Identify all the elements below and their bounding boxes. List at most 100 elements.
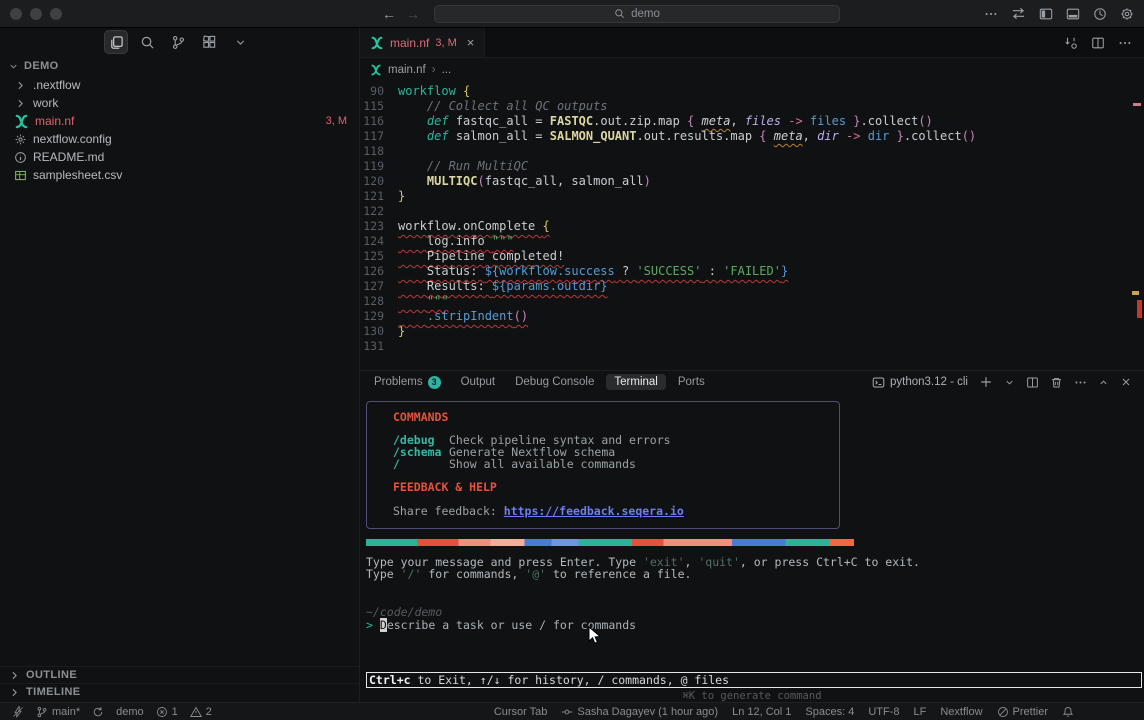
line-content: // Run MultiQC [398,159,528,174]
section-outline[interactable]: OUTLINE [0,666,359,683]
code-line[interactable]: 125 Pipeline completed! [360,249,1144,264]
line-number: 118 [360,144,398,159]
terminal-commands-box: COMMANDS /debugCheck pipeline syntax and… [366,401,840,529]
feedback-heading: FEEDBACK & HELP [393,482,829,494]
status-label: Ln 12, Col 1 [732,706,791,718]
minimize-window-button[interactable] [30,8,42,20]
more-icon[interactable] [1118,36,1132,50]
code-line[interactable]: 128 """ [360,294,1144,309]
code-line[interactable]: 130} [360,324,1144,339]
chevron-down-icon[interactable] [1004,377,1015,388]
code-line[interactable]: 118 [360,144,1144,159]
source-control-icon[interactable] [166,30,190,54]
code-line[interactable]: 119 // Run MultiQC [360,159,1144,174]
code-line[interactable]: 115 // Collect all QC outputs [360,99,1144,114]
close-window-button[interactable] [10,8,22,20]
chevron-down-icon[interactable] [228,30,252,54]
status-item-nextflow[interactable]: Nextflow [940,706,982,718]
more-icon[interactable] [1074,376,1087,389]
sync-icon [92,706,104,718]
more-icon[interactable] [984,7,998,21]
code-line[interactable]: 121} [360,189,1144,204]
status-item-main-[interactable]: main* [36,706,80,718]
git-badge: 3, M [326,115,347,127]
section-timeline[interactable]: TIMELINE [0,683,359,700]
panel-tab-terminal[interactable]: Terminal [606,374,665,390]
code-line[interactable]: 126 Status: ${workflow.success ? 'SUCCES… [360,264,1144,279]
breadcrumb[interactable]: main.nf › ... [360,58,1144,82]
panel-left-icon[interactable] [1039,7,1053,21]
status-item-spaces-4[interactable]: Spaces: 4 [805,706,854,718]
explorer-section-header[interactable]: DEMO [8,60,59,72]
feedback-link[interactable]: https://feedback.seqera.io [504,504,684,518]
status-item-sasha-dagayev-1-hour-ago-[interactable]: Sasha Dagayev (1 hour ago) [561,706,718,718]
status-item[interactable] [12,706,24,718]
terminal-footer-bar: Ctrl+c to Exit, ↑/↓ for history, / comma… [366,672,1142,688]
code-line[interactable]: 120 MULTIQC(fastqc_all, salmon_all) [360,174,1144,189]
panel-tab-problems[interactable]: Problems3 [366,374,449,391]
panel-tab-debug-console[interactable]: Debug Console [507,374,602,390]
status-item-demo[interactable]: demo [116,706,144,718]
status-item[interactable] [1062,706,1074,718]
status-label: 1 [172,706,178,718]
code-line[interactable]: 124 log.info """ [360,234,1144,249]
tab-main-nf[interactable]: main.nf 3, M × [360,28,485,57]
window-controls[interactable] [10,8,62,20]
close-tab-icon[interactable]: × [467,35,475,50]
tree-item-work[interactable]: work [0,94,359,112]
breadcrumb-file[interactable]: main.nf [388,64,426,76]
split-terminal-icon[interactable] [1026,376,1039,389]
line-number: 121 [360,189,398,204]
settings-gear-icon[interactable] [1120,7,1134,21]
code-line[interactable]: 127 Results: ${params.outdir} [360,279,1144,294]
trash-icon[interactable] [1050,376,1063,389]
status-item-prettier[interactable]: Prettier [997,706,1048,718]
ai-icon[interactable] [1093,7,1107,21]
status-item[interactable] [92,706,104,718]
status-item-lf[interactable]: LF [914,706,927,718]
zoom-window-button[interactable] [50,8,62,20]
swap-arrows-icon[interactable] [1011,6,1026,21]
status-item-utf-8[interactable]: UTF-8 [868,706,899,718]
status-item-ln-12-col-1[interactable]: Ln 12, Col 1 [732,706,791,718]
code-line[interactable]: 90workflow { [360,84,1144,99]
command-center-search[interactable]: demo [434,5,840,23]
code-line[interactable]: 117 def salmon_all = SALMON_QUANT.out.re… [360,129,1144,144]
info-icon [14,151,27,164]
code-line[interactable]: 129 .stripIndent() [360,309,1144,324]
new-terminal-icon[interactable] [979,375,993,389]
code-line[interactable]: 131 [360,339,1144,354]
status-label: main* [52,706,80,718]
extensions-icon[interactable] [197,30,221,54]
explorer-icon[interactable] [104,30,128,54]
breadcrumb-symbol[interactable]: ... [442,64,452,76]
back-icon[interactable]: ← [382,6,396,22]
status-label: Spaces: 4 [805,706,854,718]
status-item-1[interactable]: 1 [156,706,178,718]
code-line[interactable]: 123workflow.onComplete { [360,219,1144,234]
panel-tab-output[interactable]: Output [453,374,504,390]
terminal-instance[interactable]: python3.12 - cli [872,376,968,389]
code-area[interactable]: 90workflow {115 // Collect all QC output… [360,84,1144,354]
close-panel-icon[interactable] [1120,376,1132,388]
chevron-up-icon[interactable] [1098,377,1109,388]
tree-item-nextflow-config[interactable]: nextflow.config [0,130,359,148]
panel-tab-ports[interactable]: Ports [670,374,713,390]
table-icon [14,169,27,182]
split-editor-icon[interactable] [1091,36,1105,50]
tree-item--nextflow[interactable]: .nextflow [0,76,359,94]
code-line[interactable]: 122 [360,204,1144,219]
tree-item-samplesheet-csv[interactable]: samplesheet.csv [0,166,359,184]
status-item-2[interactable]: 2 [190,706,212,718]
tree-item-main-nf[interactable]: main.nf3, M [0,112,359,130]
forward-icon[interactable]: → [406,6,420,22]
panel-bottom-icon[interactable] [1066,7,1080,21]
code-line[interactable]: 116 def fastqc_all = FASTQC.out.zip.map … [360,114,1144,129]
open-changes-icon[interactable] [1064,36,1078,50]
status-label: Prettier [1013,706,1048,718]
status-item-cursor-tab[interactable]: Cursor Tab [494,706,548,718]
mouse-cursor [588,626,601,645]
tab-label: main.nf [390,36,429,50]
search-icon[interactable] [135,30,159,54]
tree-item-README-md[interactable]: README.md [0,148,359,166]
